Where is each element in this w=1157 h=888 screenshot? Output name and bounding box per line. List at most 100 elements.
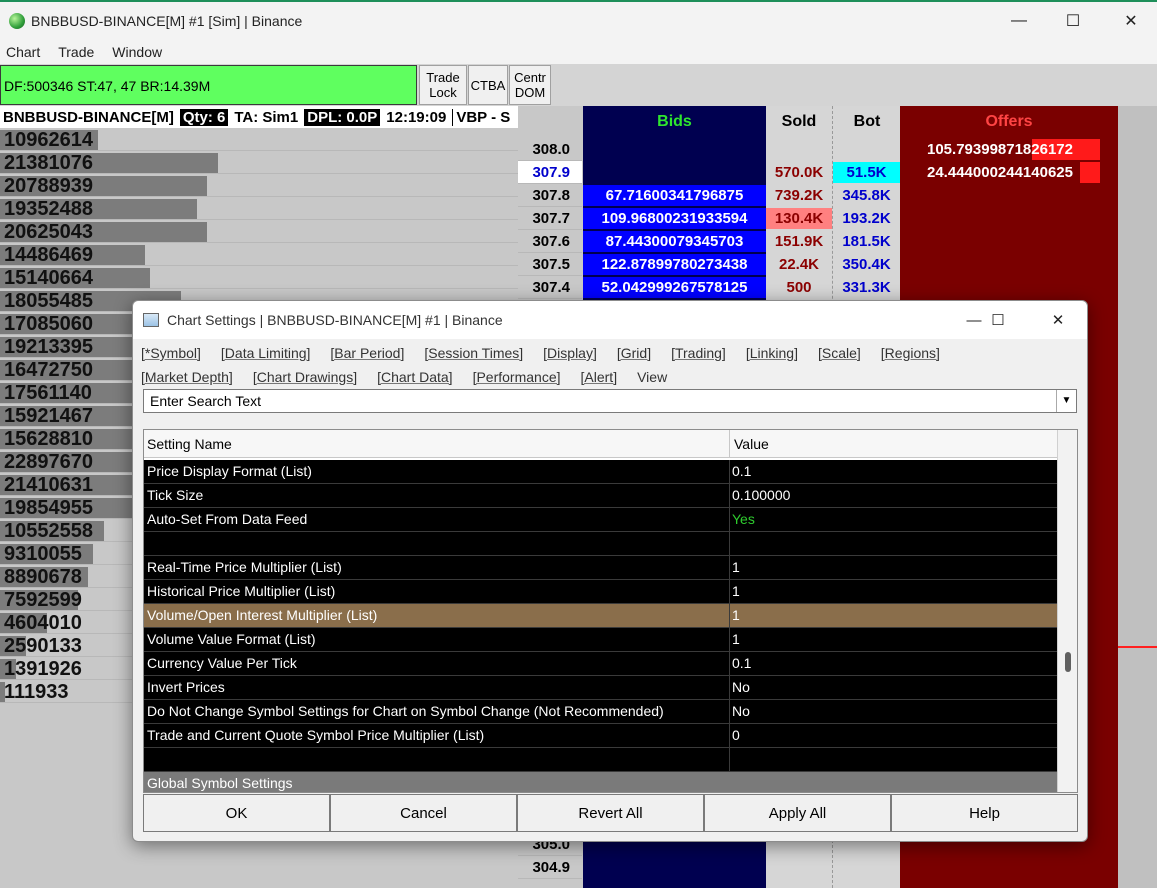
- volume-value: 20788939: [4, 175, 93, 197]
- settings-tab[interactable]: [Chart Data]: [377, 369, 452, 385]
- settings-tab[interactable]: [Session Times]: [424, 345, 523, 361]
- bot-volume-cell: 181.5K: [842, 233, 891, 250]
- setting-value[interactable]: 1: [732, 559, 740, 575]
- grid-scrollbar-thumb[interactable]: [1065, 652, 1071, 672]
- setting-row[interactable]: [144, 532, 1057, 556]
- bid-size-cell[interactable]: 109.96800231933594: [583, 208, 766, 229]
- search-dropdown-icon[interactable]: ▼: [1056, 390, 1076, 412]
- setting-row[interactable]: Real-Time Price Multiplier (List) 1: [144, 556, 1057, 580]
- setting-value[interactable]: 1: [732, 631, 740, 647]
- setting-row[interactable]: Auto-Set From Data Feed Yes: [144, 508, 1057, 532]
- price-cell[interactable]: 308.0: [518, 138, 582, 161]
- settings-tab[interactable]: [Performance]: [473, 369, 561, 385]
- price-cell[interactable]: 307.4: [518, 276, 582, 299]
- setting-value[interactable]: No: [732, 679, 750, 695]
- settings-tab[interactable]: [Linking]: [746, 345, 798, 361]
- grid-scrollbar[interactable]: [1057, 430, 1077, 792]
- revert-all-button[interactable]: Revert All: [517, 794, 704, 832]
- offer-size-cell[interactable]: 24.444000244140625: [900, 162, 1100, 183]
- close-button[interactable]: ✕: [1108, 6, 1154, 36]
- setting-row[interactable]: Volume Value Format (List) 1: [144, 628, 1057, 652]
- cancel-button[interactable]: Cancel: [330, 794, 517, 832]
- price-cell[interactable]: 307.5: [518, 253, 582, 276]
- setting-row[interactable]: Trade and Current Quote Symbol Price Mul…: [144, 724, 1057, 748]
- bot-volume-cell: 331.3K: [842, 279, 891, 296]
- price-cell[interactable]: 307.7: [518, 207, 582, 230]
- settings-tab[interactable]: [Grid]: [617, 345, 651, 361]
- dialog-maximize-button[interactable]: ☐: [975, 305, 1021, 335]
- bot-header: Bot: [853, 113, 881, 130]
- minimize-button[interactable]: —: [996, 6, 1042, 36]
- data-status-bar: DF:500346 ST:47, 47 BR:14.39M: [0, 65, 417, 105]
- price-cell[interactable]: 307.6: [518, 230, 582, 253]
- settings-tab[interactable]: [Alert]: [581, 369, 618, 385]
- setting-divider: [729, 460, 730, 484]
- settings-search-input[interactable]: Enter Search Text ▼: [143, 389, 1077, 413]
- apply-all-button[interactable]: Apply All: [704, 794, 891, 832]
- setting-row[interactable]: [144, 748, 1057, 772]
- bid-size-cell[interactable]: 52.042999267578125: [583, 277, 766, 298]
- app-window: BNBBUSD-BINANCE[M] #1 [Sim] | Binance — …: [0, 0, 1157, 888]
- volume-value: 18055485: [4, 290, 93, 312]
- setting-row[interactable]: Volume/Open Interest Multiplier (List) 1: [144, 604, 1057, 628]
- menu-trade[interactable]: Trade: [58, 44, 94, 60]
- setting-row[interactable]: Currency Value Per Tick 0.1: [144, 652, 1057, 676]
- volume-value: 15140664: [4, 267, 93, 289]
- setting-row[interactable]: Invert Prices No: [144, 676, 1057, 700]
- setting-row[interactable]: Price Display Format (List) 0.1: [144, 460, 1057, 484]
- toolbar: DF:500346 ST:47, 47 BR:14.39M Trade Lock…: [0, 64, 1157, 106]
- settings-tab[interactable]: [Bar Period]: [330, 345, 404, 361]
- volume-value: 17085060: [4, 313, 93, 335]
- dialog-title-bar: Chart Settings | BNBBUSD-BINANCE[M] #1 |…: [133, 301, 1087, 339]
- setting-row[interactable]: Global Symbol Settings: [144, 772, 1057, 792]
- ok-button[interactable]: OK: [143, 794, 330, 832]
- price-cell[interactable]: 307.9: [518, 161, 582, 184]
- setting-value[interactable]: 1: [732, 607, 740, 623]
- setting-value[interactable]: 0.1: [732, 463, 751, 479]
- menu-window[interactable]: Window: [112, 44, 162, 60]
- setting-value[interactable]: No: [732, 703, 750, 719]
- settings-tab[interactable]: [*Symbol]: [141, 345, 201, 361]
- setting-row[interactable]: Do Not Change Symbol Settings for Chart …: [144, 700, 1057, 724]
- setting-value[interactable]: 0.100000: [732, 487, 790, 503]
- setting-value[interactable]: 0.1: [732, 655, 751, 671]
- menu-chart[interactable]: Chart: [6, 44, 40, 60]
- settings-tab[interactable]: [Data Limiting]: [221, 345, 310, 361]
- offer-size-cell[interactable]: 105.79399871826172: [900, 139, 1100, 160]
- dom-symbol: BNBBUSD-BINANCE[M]: [3, 108, 174, 126]
- price-cell[interactable]: 304.9: [518, 856, 582, 879]
- chart-settings-dialog: Chart Settings | BNBBUSD-BINANCE[M] #1 |…: [132, 300, 1088, 842]
- ctba-button[interactable]: CTBA: [468, 65, 508, 105]
- trade-lock-button[interactable]: Trade Lock: [419, 65, 467, 105]
- setting-name: Global Symbol Settings: [147, 775, 293, 791]
- settings-tab[interactable]: [Chart Drawings]: [253, 369, 357, 385]
- setting-row[interactable]: Historical Price Multiplier (List) 1: [144, 580, 1057, 604]
- sold-volume-cell: 739.2K: [774, 187, 824, 204]
- tabs-row-1: [*Symbol] [Data Limiting] [Bar Period] [Ses…: [141, 341, 1081, 365]
- bid-size-cell[interactable]: 87.44300079345703: [583, 231, 766, 252]
- settings-tab[interactable]: [Trading]: [671, 345, 726, 361]
- center-dom-button[interactable]: Centr DOM: [509, 65, 551, 105]
- volume-value: 10962614: [4, 129, 93, 151]
- settings-tab[interactable]: [Market Depth]: [141, 369, 233, 385]
- setting-divider: [729, 508, 730, 532]
- settings-tab[interactable]: [Regions]: [881, 345, 940, 361]
- dialog-close-button[interactable]: ✕: [1035, 305, 1081, 335]
- setting-value[interactable]: 0: [732, 727, 740, 743]
- setting-row[interactable]: Tick Size 0.100000: [144, 484, 1057, 508]
- setting-name: Real-Time Price Multiplier (List): [147, 559, 342, 575]
- volume-value: 111933: [4, 681, 69, 703]
- settings-tab[interactable]: [Scale]: [818, 345, 861, 361]
- settings-tab[interactable]: View: [637, 369, 667, 385]
- settings-tab[interactable]: [Display]: [543, 345, 597, 361]
- bid-size-cell[interactable]: 67.71600341796875: [583, 185, 766, 206]
- price-cell[interactable]: 307.8: [518, 184, 582, 207]
- maximize-button[interactable]: ☐: [1050, 6, 1096, 36]
- setting-value[interactable]: 1: [732, 583, 740, 599]
- setting-value[interactable]: Yes: [732, 511, 755, 527]
- dom-dpl: DPL: 0.0P: [304, 108, 381, 126]
- bot-volume-cell: 193.2K: [842, 210, 891, 227]
- volume-value: 14486469: [4, 244, 93, 266]
- help-button[interactable]: Help: [891, 794, 1078, 832]
- bid-size-cell[interactable]: 122.87899780273438: [583, 254, 766, 275]
